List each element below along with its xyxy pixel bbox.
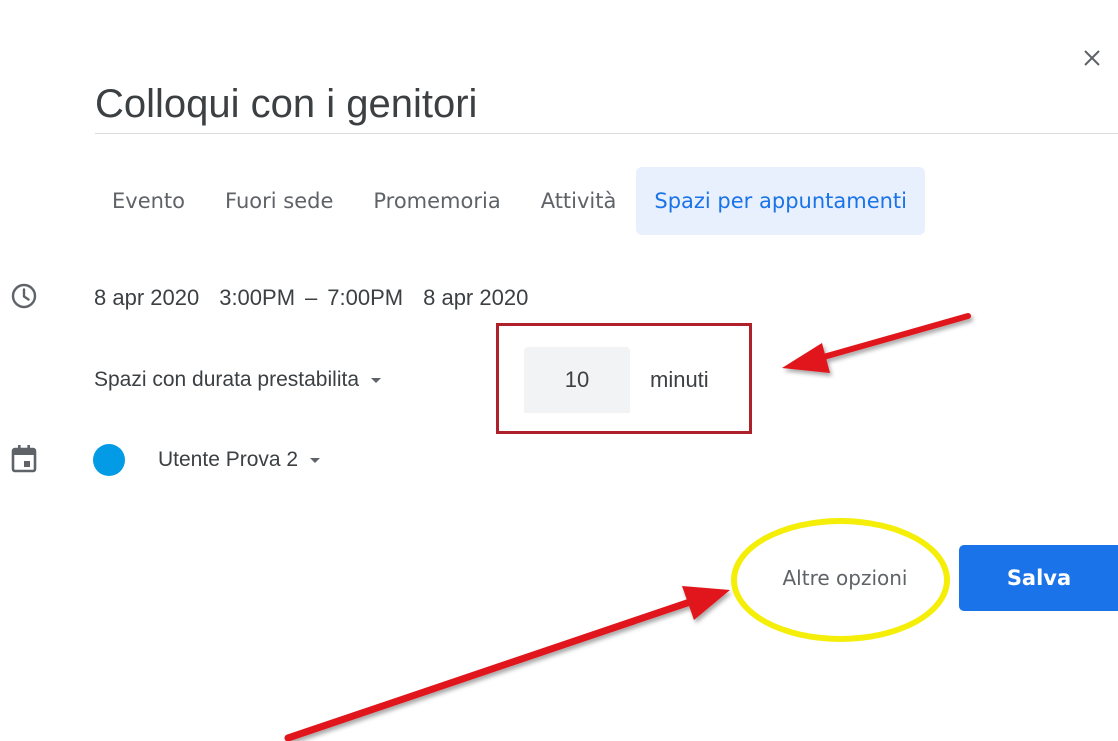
start-time[interactable]: 3:00PM [219, 285, 295, 311]
slot-type-label: Spazi con durata prestabilita [94, 368, 359, 391]
dropdown-caret-icon [371, 377, 381, 383]
more-options-button[interactable]: Altre opzioni [745, 545, 945, 611]
event-type-tabs: Evento Fuori sede Promemoria Attività Sp… [94, 167, 926, 235]
tab-promemoria[interactable]: Promemoria [353, 167, 520, 235]
tab-spazi-per-appuntamenti[interactable]: Spazi per appuntamenti [636, 167, 926, 235]
event-title-input[interactable]: Colloqui con i genitori [95, 78, 1118, 134]
annotation-arrow-bottom [284, 586, 730, 741]
calendar-icon [11, 445, 37, 473]
slot-type-dropdown[interactable]: Spazi con durata prestabilita [94, 362, 381, 398]
annotation-highlight-box [496, 323, 752, 434]
calendar-color-dot [93, 444, 125, 476]
start-date[interactable]: 8 apr 2020 [94, 285, 199, 311]
clock-icon [11, 283, 37, 309]
close-icon [1084, 50, 1100, 66]
calendar-selector[interactable]: Utente Prova 2 [158, 442, 321, 478]
annotation-arrow-top [782, 313, 971, 373]
dropdown-caret-icon [310, 457, 321, 463]
end-time[interactable]: 7:00PM [327, 285, 403, 311]
time-separator: – [305, 285, 318, 310]
tab-evento[interactable]: Evento [94, 167, 205, 235]
save-button[interactable]: Salva [959, 545, 1118, 611]
end-date[interactable]: 8 apr 2020 [423, 285, 528, 311]
calendar-name: Utente Prova 2 [158, 448, 299, 471]
date-time-row: 8 apr 2020 3:00PM – 7:00PM 8 apr 2020 [94, 280, 528, 316]
tab-attivita[interactable]: Attività [521, 167, 637, 235]
close-button[interactable] [1070, 36, 1114, 80]
tab-fuori-sede[interactable]: Fuori sede [205, 167, 353, 235]
